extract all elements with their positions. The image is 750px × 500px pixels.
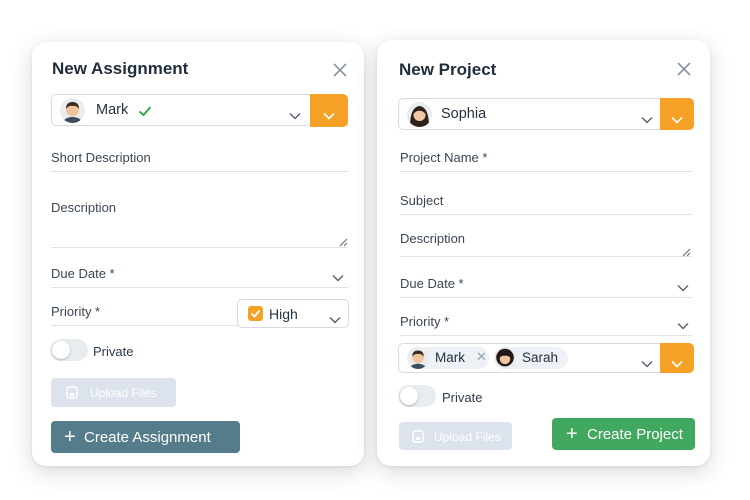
member-chip: Sarah [494,347,568,369]
create-project-label: Create Project [587,426,683,443]
subject-label: Subject [400,193,444,208]
avatar-sophia [407,102,432,127]
chevron-down-icon [671,111,683,124]
member-name: Sarah [522,350,559,365]
file-icon [66,386,78,399]
chevron-down-icon [332,270,344,282]
upload-files-button[interactable]: Upload Files [399,422,512,450]
private-label: Private [93,344,134,359]
chevron-down-icon [641,355,653,368]
upload-files-button[interactable]: Upload Files [51,378,176,407]
description-field[interactable]: Description [51,194,348,248]
subject-field[interactable]: Subject [400,190,692,215]
dialog-title: New Assignment [52,59,189,78]
close-icon[interactable] [677,62,691,76]
description-label: Description [51,200,117,215]
create-assignment-label: Create Assignment [84,429,211,446]
assignee-dropdown-button[interactable] [310,94,348,127]
members-multiselect[interactable]: Mark ✕ Sarah [398,343,663,373]
resize-handle-icon[interactable] [339,235,348,247]
due-date-select[interactable]: Due Date * [400,271,692,298]
plus-icon: + [64,426,76,448]
file-icon [412,430,424,443]
owner-dropdown-button[interactable] [660,98,694,130]
new-assignment-dialog: New Assignment Mark Short Description De… [32,42,364,466]
due-date-label: Due Date * [51,266,115,281]
chevron-down-icon [323,107,335,120]
assignee-name: Mark [96,102,129,118]
chevron-down-icon [677,280,689,292]
project-name-label: Project Name * [400,150,488,165]
description-field[interactable]: Description [400,229,692,257]
chevron-down-icon [289,107,301,120]
project-name-field[interactable]: Project Name * [400,148,692,172]
member-name: Mark [435,350,465,365]
chevron-down-icon [671,355,683,368]
remove-member-icon[interactable]: ✕ [476,349,487,365]
check-icon [138,104,152,122]
short-description-field[interactable]: Short Description [51,148,348,172]
members-dropdown-button[interactable] [660,343,694,373]
plus-icon: + [566,423,578,445]
private-toggle[interactable] [398,385,436,407]
due-date-label: Due Date * [400,276,464,291]
priority-select[interactable]: High [237,299,349,328]
priority-field: Priority * [51,300,241,326]
resize-handle-icon[interactable] [682,245,691,257]
priority-value: High [269,306,298,322]
description-label: Description [400,231,466,246]
upload-files-label: Upload Files [434,430,501,444]
priority-label: Priority * [51,304,101,319]
owner-select[interactable]: Sophia [398,98,663,130]
priority-select[interactable]: Priority * [400,310,692,336]
dialog-title: New Project [399,60,497,79]
checkbox-icon [248,306,263,321]
owner-name: Sophia [441,106,487,122]
close-icon[interactable] [333,63,347,77]
create-project-button[interactable]: + Create Project [552,418,695,450]
avatar-mark [407,347,429,369]
private-label: Private [442,390,483,405]
due-date-select[interactable]: Due Date * [51,261,348,288]
avatar-sarah [494,347,516,369]
short-description-label: Short Description [51,150,151,165]
new-project-dialog: New Project Sophia Project Name * Subjec… [377,40,710,466]
private-toggle[interactable] [50,339,88,361]
upload-files-label: Upload Files [90,386,157,400]
create-assignment-button[interactable]: + Create Assignment [51,421,240,453]
chevron-down-icon [677,318,689,330]
avatar-mark [60,98,85,123]
member-chip: Mark ✕ [407,347,489,369]
priority-label: Priority * [400,314,450,329]
chevron-down-icon [641,111,653,124]
chevron-down-icon [329,311,341,324]
assignee-select[interactable]: Mark [51,94,312,126]
